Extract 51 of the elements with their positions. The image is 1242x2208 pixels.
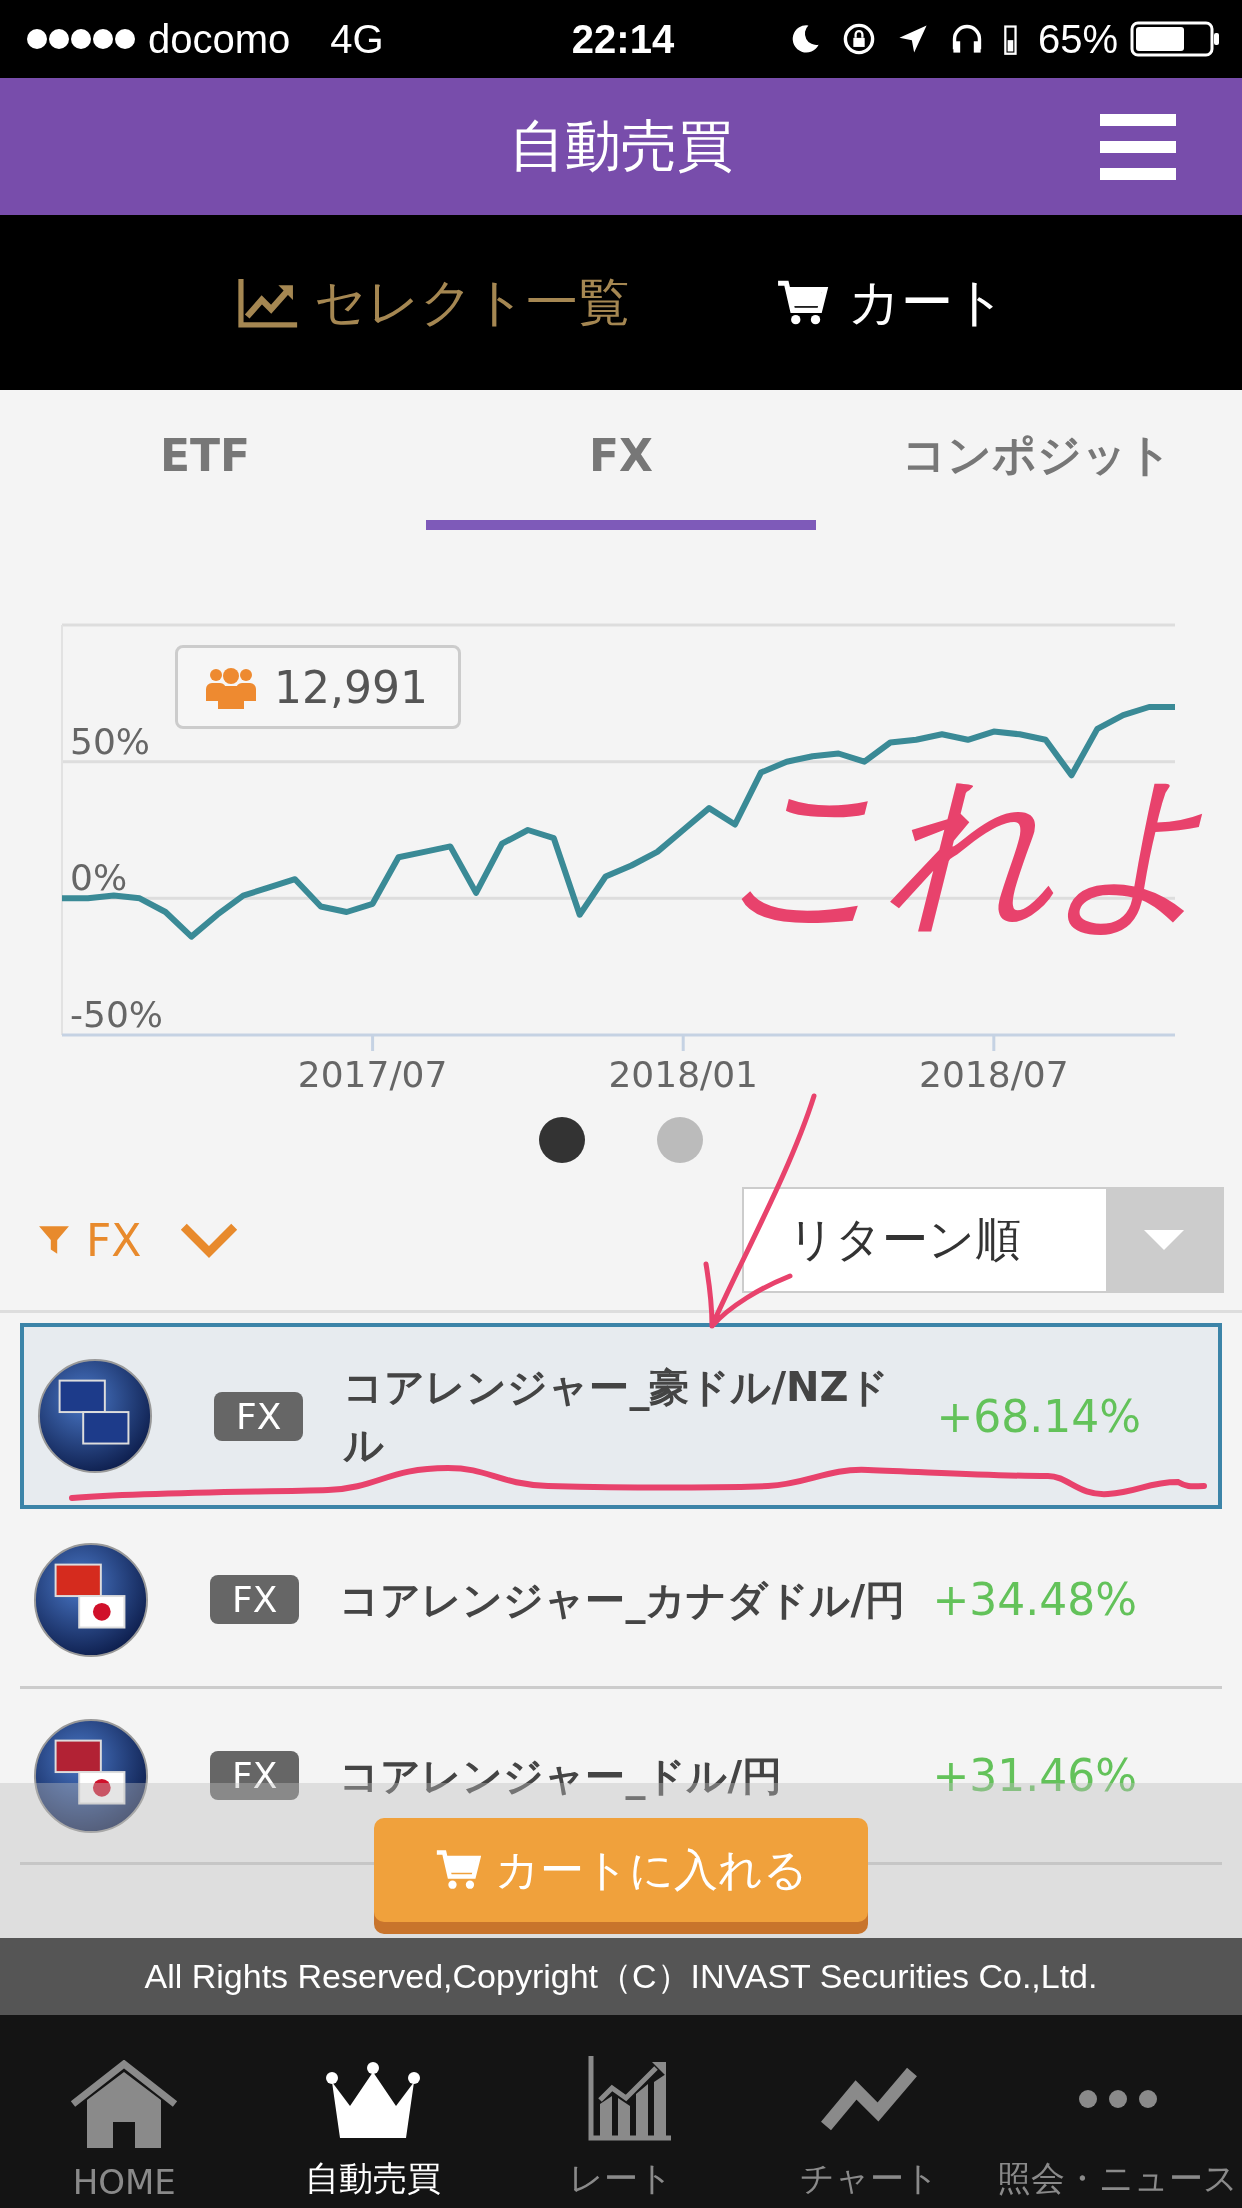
y-axis-label: 50% [70, 720, 150, 762]
battery-percent: 65% [1037, 16, 1118, 62]
trend-chart-icon [236, 276, 300, 329]
nav-item[interactable]: レート [496, 2015, 746, 2208]
handwritten-annotation: これよ [720, 765, 1212, 935]
nav-item[interactable]: 照会・ニュース [993, 2015, 1242, 2208]
subnav-tab[interactable]: セレクト一覧 [236, 267, 630, 338]
page-dot[interactable] [539, 1117, 585, 1163]
nav-item[interactable]: HOME [0, 2015, 249, 2208]
strategy-name: コアレンジャー_カナダドル/円 [339, 1575, 906, 1626]
return-value: +34.48% [932, 1574, 1137, 1625]
filter-icon [38, 1224, 70, 1256]
battery-icon [1130, 21, 1220, 57]
strategy-row[interactable]: FX コアレンジャー_豪ドル/NZドル +68.14% [20, 1323, 1222, 1509]
carrier-name: docomo [148, 16, 291, 62]
x-axis-label: 2017/07 [297, 1054, 448, 1095]
nav-item[interactable]: チャート [745, 2015, 994, 2208]
follower-count: 12,991 [274, 661, 428, 713]
category-tab[interactable]: FX [426, 390, 816, 530]
y-axis-label: 0% [70, 857, 128, 899]
strategy-name: コアレンジャー_ドル/円 [339, 1751, 783, 1802]
clock-time: 22:14 [571, 16, 675, 62]
page-dot[interactable] [657, 1117, 703, 1163]
category-tag: FX [210, 1575, 300, 1624]
category-tab[interactable]: ETF [10, 390, 400, 530]
signal-icon [26, 28, 136, 50]
sort-select[interactable]: リターン順 [742, 1187, 1224, 1293]
currency-pair-icon [36, 1357, 154, 1475]
more-icon [1077, 2089, 1158, 2109]
people-icon [206, 665, 256, 709]
subnav-tab[interactable]: カート [770, 267, 1006, 338]
rotation-lock-icon [841, 22, 876, 56]
return-value: +68.14% [936, 1390, 1141, 1442]
dropdown-caret-icon [1144, 1230, 1184, 1250]
menu-icon[interactable] [1100, 114, 1176, 180]
x-axis-label: 2018/01 [608, 1054, 758, 1095]
category-tag: FX [210, 1751, 300, 1800]
network-type: 4G [330, 16, 384, 62]
strategy-row[interactable]: FX コアレンジャー_カナダドル/円 +34.48% [20, 1513, 1222, 1689]
copyright-text: All Rights Reserved,Copyright（C）INVAST Securities Co.,Ltd. [144, 1955, 1098, 1997]
category-tag: FX [214, 1391, 304, 1441]
currency-pair-icon [32, 1540, 150, 1659]
y-axis-label: -50% [70, 994, 163, 1035]
nav-item[interactable]: 自動売買 [248, 2015, 497, 2208]
currency-pair-icon [32, 1716, 150, 1835]
page-title: 自動売買 [509, 111, 733, 180]
home-icon [69, 2060, 180, 2150]
return-value: +31.46% [932, 1750, 1137, 1801]
category-tab[interactable]: コンポジット [842, 390, 1232, 530]
x-axis-label: 2018/07 [919, 1054, 1069, 1095]
strategy-name: コアレンジャー_豪ドル/NZドル [343, 1363, 891, 1470]
